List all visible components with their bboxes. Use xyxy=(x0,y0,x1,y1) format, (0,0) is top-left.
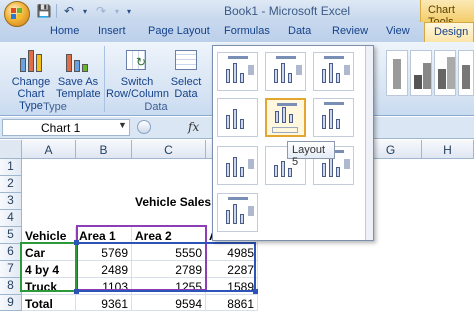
tab-design[interactable]: Design xyxy=(424,22,474,42)
data-group-label: Data xyxy=(144,101,168,113)
undo-dropdown-icon[interactable]: ▾ xyxy=(81,3,89,19)
select-data-icon xyxy=(171,46,201,74)
chart-layout-5-thumb[interactable] xyxy=(265,98,306,137)
chart-style-2[interactable] xyxy=(410,50,432,96)
type-group-label: Type xyxy=(43,101,67,113)
row-header-4[interactable]: 4 xyxy=(0,210,22,227)
group-separator xyxy=(104,46,105,112)
row-header-2[interactable]: 2 xyxy=(0,176,22,193)
tab-view[interactable]: View xyxy=(386,25,410,37)
gallery-scrollbar[interactable] xyxy=(365,46,373,240)
column-header-h[interactable]: H xyxy=(422,140,474,159)
column-header-c[interactable]: C xyxy=(132,140,206,159)
select-data-button[interactable]: Select Data xyxy=(168,46,204,100)
chart-layout-2-thumb[interactable] xyxy=(265,52,306,91)
column-header-b[interactable]: B xyxy=(76,140,132,159)
window-title: Book1 - Microsoft Excel xyxy=(224,4,351,18)
name-box[interactable]: Chart 1 xyxy=(2,119,130,136)
switch-row-column-label-1: Switch xyxy=(120,76,154,88)
chart-layout-6-thumb[interactable] xyxy=(313,98,354,137)
tab-review[interactable]: Review xyxy=(332,25,368,37)
change-chart-type-label-1: Change xyxy=(11,76,51,88)
qat-separator xyxy=(56,4,57,18)
chart-layout-1-thumb[interactable] xyxy=(217,52,258,91)
layout-tooltip: Layout 5 xyxy=(287,141,335,168)
tab-insert[interactable]: Insert xyxy=(98,25,126,37)
row-header-6[interactable]: 6 xyxy=(0,244,22,261)
save-as-template-label-1: Save As xyxy=(57,76,99,88)
chart-layout-10-thumb[interactable] xyxy=(217,193,258,232)
undo-icon[interactable]: ↶ xyxy=(61,3,77,19)
row-header-1[interactable]: 1 xyxy=(0,159,22,176)
save-as-template-icon xyxy=(63,46,93,74)
chart-layout-7-thumb[interactable] xyxy=(217,146,258,185)
save-icon[interactable]: 💾 xyxy=(36,3,52,19)
switch-row-column-icon: ↻ xyxy=(122,46,152,74)
save-as-template-button[interactable]: Save As Template xyxy=(56,46,101,100)
title-bar: 💾 ↶ ▾ ↷ ▾ ▾ Book1 - Microsoft Excel Char… xyxy=(0,0,474,28)
chart-layout-3-thumb[interactable] xyxy=(313,52,354,91)
chart-style-3[interactable] xyxy=(434,50,456,96)
tab-formulas[interactable]: Formulas xyxy=(224,25,270,37)
switch-row-column-button[interactable]: ↻ Switch Row/Column xyxy=(106,46,169,100)
row-header-5[interactable]: 5 xyxy=(0,227,22,244)
row-header-3[interactable]: 3 xyxy=(0,193,22,210)
ribbon-tabs: Home Insert Page Layout Formulas Data Re… xyxy=(0,22,474,42)
row-header-9[interactable]: 9 xyxy=(0,295,22,311)
table-row-label[interactable]: Total xyxy=(22,295,76,311)
office-button[interactable] xyxy=(4,1,30,27)
select-all-corner[interactable] xyxy=(0,140,22,159)
redo-dropdown-icon[interactable]: ▾ xyxy=(113,3,121,19)
chart-tools-context-label: Chart Tools xyxy=(420,0,474,28)
range-resize-handle[interactable] xyxy=(253,289,258,294)
tab-data[interactable]: Data xyxy=(288,25,311,37)
switch-row-column-label-2: Row/Column xyxy=(106,88,169,100)
column-header-a[interactable]: A xyxy=(22,140,76,159)
customize-qat-icon[interactable]: ▾ xyxy=(125,3,133,19)
table-cell[interactable]: 8861 xyxy=(206,295,258,311)
tab-home[interactable]: Home xyxy=(50,25,79,37)
change-chart-type-icon xyxy=(16,46,46,74)
category-range-highlight xyxy=(20,242,77,292)
chart-style-1[interactable] xyxy=(386,50,408,96)
redo-icon[interactable]: ↷ xyxy=(93,3,109,19)
save-as-template-label-2: Template xyxy=(56,88,101,100)
select-data-label-1: Select xyxy=(170,76,202,88)
range-resize-handle[interactable] xyxy=(74,289,79,294)
chart-layout-4-thumb[interactable] xyxy=(217,98,258,137)
tab-page-layout[interactable]: Page Layout xyxy=(148,25,210,37)
chart-style-4[interactable] xyxy=(458,50,474,96)
range-resize-handle[interactable] xyxy=(74,240,79,245)
formula-bar-resize-handle[interactable] xyxy=(137,120,151,134)
sheet-title-cell[interactable]: Vehicle Sales xyxy=(132,193,211,210)
table-cell[interactable]: 9594 xyxy=(132,295,206,311)
quick-access-toolbar: 💾 ↶ ▾ ↷ ▾ ▾ xyxy=(36,3,133,19)
insert-function-icon[interactable]: fx xyxy=(188,120,199,134)
row-header-8[interactable]: 8 xyxy=(0,278,22,295)
values-range-highlight xyxy=(76,242,256,292)
select-data-label-2: Data xyxy=(174,88,198,100)
row-header-7[interactable]: 7 xyxy=(0,261,22,278)
table-cell[interactable]: 9361 xyxy=(76,295,132,311)
name-box-dropdown-icon[interactable]: ▼ xyxy=(118,120,127,130)
